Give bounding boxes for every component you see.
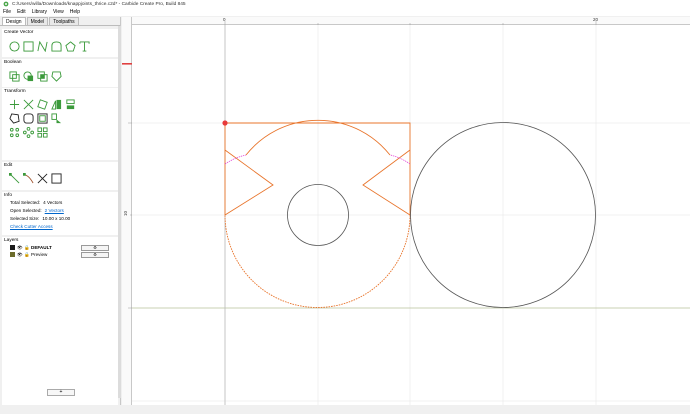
total-selected-value: 4 Vectors [43,200,63,205]
menu-help[interactable]: Help [70,9,80,15]
selected-size-line: Selected Size: 10.00 x 10.00 [2,215,118,223]
union-icon[interactable] [8,70,20,82]
create-vector-title: Create Vector [4,30,34,35]
tab-toolpaths[interactable]: Toolpaths [49,17,79,25]
polyline-tool-icon[interactable] [36,40,48,52]
menu-bar: File Edit Library View Help [0,8,690,16]
total-selected-label: Total Selected: [10,200,41,205]
open-selected-line: Open Selected: 2 Vectors [2,207,118,215]
origin-handle[interactable] [222,120,228,126]
curve-tool-icon[interactable] [50,40,62,52]
ruler-label-20: 20 [593,17,599,22]
horizontal-ruler: 0 20 [132,17,690,25]
fillet-arcs [224,154,411,165]
linear-pattern-icon[interactable] [22,126,34,138]
lock-icon[interactable]: 🔒 [24,252,30,257]
add-layer-button[interactable]: + [47,389,75,396]
selected-size-value: 10.00 x 10.00 [42,216,71,221]
inset-icon[interactable] [36,112,48,124]
circle-tool-icon[interactable] [8,40,20,52]
boolean-section: Boolean [2,59,118,87]
menu-library[interactable]: Library [32,9,47,15]
tab-model[interactable]: Model [26,17,49,25]
grid-pattern-icon[interactable] [36,126,48,138]
status-bar [0,405,690,414]
layers-section: Layers 👁 🔒 DEFAULT ⚙ 👁 🔒 Preview ⚙ [2,237,118,405]
offset-icon[interactable] [8,112,20,124]
tab-bar: Design Model Toolpaths [0,17,120,26]
eye-icon[interactable]: 👁 [17,245,23,250]
open-selected-label: Open Selected: [10,208,42,213]
layer-name-default: DEFAULT [31,245,52,250]
mirror-icon[interactable] [50,98,62,110]
lock-icon[interactable]: 🔒 [24,245,30,250]
rectangle-tool-icon[interactable] [22,40,34,52]
menu-file[interactable]: File [3,9,11,15]
circular-pattern-icon[interactable] [8,126,20,138]
edit-title: Edit [4,163,13,168]
total-selected-line: Total Selected: 4 Vectors [2,199,118,207]
layer-name-preview: Preview [31,252,48,257]
grid-lines [132,25,690,405]
selected-joint-shape[interactable] [224,119,411,308]
smooth-node-icon[interactable] [22,172,34,184]
info-title: Info [4,193,13,198]
panel-scrollbar[interactable] [118,26,121,398]
app-icon [3,1,9,7]
open-selected-link[interactable]: 2 Vectors [45,208,64,213]
eye-icon[interactable]: 👁 [17,252,23,257]
create-vector-section: Create Vector [2,29,118,57]
text-tool-icon[interactable] [78,40,90,52]
design-canvas[interactable] [132,25,690,405]
check-cutter-access-link[interactable]: Check Cutter Access [10,224,53,229]
info-section: Info Total Selected: 4 Vectors Open Selec… [2,192,118,235]
layer-settings-button[interactable]: ⚙ [81,251,109,258]
subtract-icon[interactable] [22,70,34,82]
vertical-ruler: 10 [122,17,132,405]
shear-icon[interactable] [50,112,62,124]
menu-view[interactable]: View [53,9,64,15]
align-icon[interactable] [64,98,76,110]
transform-section: Transform [2,88,118,160]
tab-design[interactable]: Design [2,17,26,25]
ruler-label-0: 0 [223,17,226,22]
trim-icon[interactable] [36,172,48,184]
fillet-icon[interactable] [22,112,34,124]
selected-size-label: Selected Size: [10,216,40,221]
canvas-drawing[interactable] [132,25,690,405]
layers-title: Layers [4,238,19,243]
layer-color-swatch[interactable] [10,252,15,257]
window-title: C:/Users/willa/Downloads/knappjoints_thr… [12,1,186,7]
layer-color-swatch[interactable] [10,245,15,250]
layer-row-default[interactable]: 👁 🔒 DEFAULT ⚙ [2,244,118,251]
check-cutter-line: Check Cutter Access [2,223,118,231]
intersect-icon[interactable] [36,70,48,82]
transform-title: Transform [4,89,26,94]
move-icon[interactable] [8,98,20,110]
left-panel: Design Model Toolpaths Create Vector Boo… [0,17,121,405]
boolean-title: Boolean [4,60,22,65]
title-bar: C:/Users/willa/Downloads/knappjoints_thr… [0,0,690,8]
edit-section: Edit [2,162,118,190]
weld-icon[interactable] [50,70,62,82]
ruler-label-10: 10 [123,210,128,216]
layer-settings-button[interactable]: ⚙ [81,244,109,251]
join-icon[interactable] [50,172,62,184]
scale-icon[interactable] [22,98,34,110]
node-edit-icon[interactable] [8,172,20,184]
menu-edit[interactable]: Edit [17,9,26,15]
polygon-tool-icon[interactable] [64,40,76,52]
layer-row-preview[interactable]: 👁 🔒 Preview ⚙ [2,251,118,258]
rotate-icon[interactable] [36,98,48,110]
